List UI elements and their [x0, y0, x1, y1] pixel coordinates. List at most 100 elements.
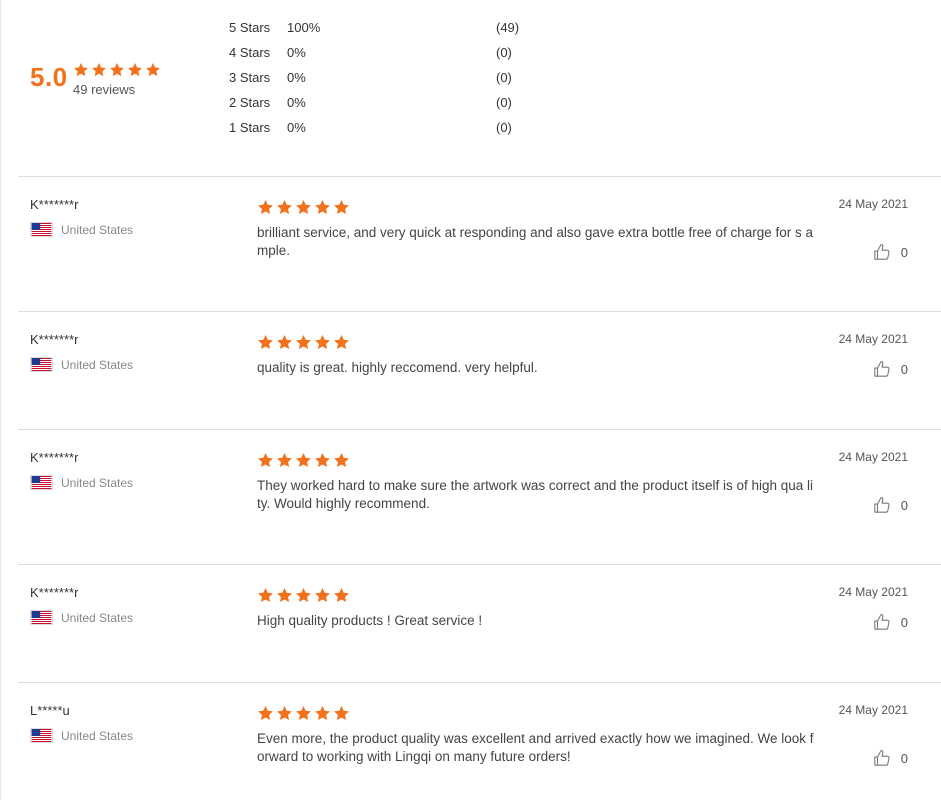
reviewer-country: United States — [30, 357, 133, 372]
star-icon — [277, 706, 292, 721]
reviewer-name: K*******r — [30, 197, 79, 212]
breakdown-percent: 0% — [287, 70, 306, 85]
review-text: brilliant service, and very quick at res… — [257, 225, 814, 258]
star-icon — [334, 706, 349, 721]
star-icon — [334, 453, 349, 468]
star-icon — [296, 335, 311, 350]
like-count: 0 — [900, 244, 908, 260]
breakdown-count: (0) — [496, 120, 512, 135]
like-button[interactable]: 0 — [873, 749, 908, 767]
star-icon — [277, 200, 292, 215]
breakdown-row-1[interactable]: 1 Stars 0% (0) — [229, 120, 529, 140]
review-item: K*******r United States quality is great… — [18, 311, 941, 430]
star-icon — [315, 335, 330, 350]
reviewer-country: United States — [30, 475, 133, 490]
star-icon — [334, 335, 349, 350]
review-item: K*******r United States brilliant servic… — [18, 176, 941, 311]
us-flag-icon — [30, 610, 53, 625]
breakdown-percent: 0% — [287, 120, 306, 135]
rating-summary: 5.0 49 reviews 5 Stars 100% (49) 4 Stars… — [0, 0, 941, 176]
review-date: 24 May 2021 — [838, 703, 908, 717]
review-date: 24 May 2021 — [838, 332, 908, 346]
like-count: 0 — [900, 614, 908, 630]
review-stars — [257, 705, 350, 722]
reviewer-country: United States — [30, 222, 133, 237]
review-stars — [257, 452, 350, 469]
breakdown-row-3[interactable]: 3 Stars 0% (0) — [229, 70, 529, 90]
star-icon — [315, 706, 330, 721]
thumbs-up-icon[interactable] — [873, 243, 891, 261]
star-icon — [334, 200, 349, 215]
breakdown-row-4[interactable]: 4 Stars 0% (0) — [229, 45, 529, 65]
star-icon — [296, 588, 311, 603]
review-text: quality is great. highly reccomend. very… — [257, 360, 538, 375]
reviewer-name: K*******r — [30, 332, 79, 347]
breakdown-label: 1 Stars — [229, 120, 271, 135]
star-icon — [110, 62, 124, 77]
star-icon — [146, 62, 160, 77]
star-icon — [296, 453, 311, 468]
review-item: L*****u United States Even more, the pro… — [18, 682, 941, 801]
country-name: United States — [61, 610, 134, 625]
breakdown-percent: 0% — [287, 45, 306, 60]
star-icon — [74, 62, 88, 77]
thumbs-up-icon[interactable] — [873, 749, 891, 767]
thumbs-up-icon[interactable] — [873, 360, 891, 378]
review-text: They worked hard to make sure the artwor… — [257, 478, 814, 511]
us-flag-icon — [30, 475, 53, 490]
like-button[interactable]: 0 — [873, 613, 908, 631]
thumbs-up-icon[interactable] — [873, 613, 891, 631]
breakdown-row-5[interactable]: 5 Stars 100% (49) — [229, 20, 529, 40]
review-date: 24 May 2021 — [838, 450, 908, 464]
breakdown-count: (0) — [496, 45, 512, 60]
review-stars — [257, 587, 350, 604]
review-stars — [257, 199, 350, 216]
country-name: United States — [61, 222, 134, 237]
breakdown-count: (0) — [496, 95, 512, 110]
breakdown-label: 5 Stars — [229, 20, 271, 35]
star-icon — [258, 335, 273, 350]
star-icon — [258, 706, 273, 721]
star-icon — [277, 335, 292, 350]
star-icon — [258, 588, 273, 603]
like-button[interactable]: 0 — [873, 360, 908, 378]
country-name: United States — [61, 475, 134, 490]
reviewer-country: United States — [30, 728, 133, 743]
star-icon — [92, 62, 106, 77]
star-icon — [128, 62, 142, 77]
like-count: 0 — [900, 750, 908, 766]
country-name: United States — [61, 728, 134, 743]
thumbs-up-icon[interactable] — [873, 496, 891, 514]
star-icon — [277, 588, 292, 603]
us-flag-icon — [30, 357, 53, 372]
star-icon — [315, 453, 330, 468]
review-date: 24 May 2021 — [838, 585, 908, 599]
like-button[interactable]: 0 — [873, 496, 908, 514]
like-button[interactable]: 0 — [873, 243, 908, 261]
breakdown-percent: 100% — [287, 20, 321, 35]
breakdown-count: (49) — [496, 20, 520, 35]
review-text: High quality products ! Great service ! — [257, 613, 483, 628]
review-date: 24 May 2021 — [838, 197, 908, 211]
star-icon — [296, 706, 311, 721]
country-name: United States — [61, 357, 134, 372]
star-icon — [258, 200, 273, 215]
like-count: 0 — [900, 361, 908, 377]
star-icon — [258, 453, 273, 468]
star-icon — [334, 588, 349, 603]
breakdown-row-2[interactable]: 2 Stars 0% (0) — [229, 95, 529, 115]
star-icon — [315, 200, 330, 215]
breakdown-label: 3 Stars — [229, 70, 271, 85]
us-flag-icon — [30, 728, 53, 743]
us-flag-icon — [30, 222, 53, 237]
review-item: K*******r United States High quality pro… — [18, 564, 941, 683]
review-item: K*******r United States They worked hard… — [18, 429, 941, 565]
review-text: Even more, the product quality was excel… — [257, 731, 814, 764]
breakdown-label: 2 Stars — [229, 95, 271, 110]
reviewer-name: L*****u — [30, 703, 70, 718]
like-count: 0 — [900, 497, 908, 513]
average-rating: 5.0 — [30, 62, 68, 92]
reviewer-country: United States — [30, 610, 133, 625]
star-icon — [296, 200, 311, 215]
summary-stars — [73, 62, 161, 78]
